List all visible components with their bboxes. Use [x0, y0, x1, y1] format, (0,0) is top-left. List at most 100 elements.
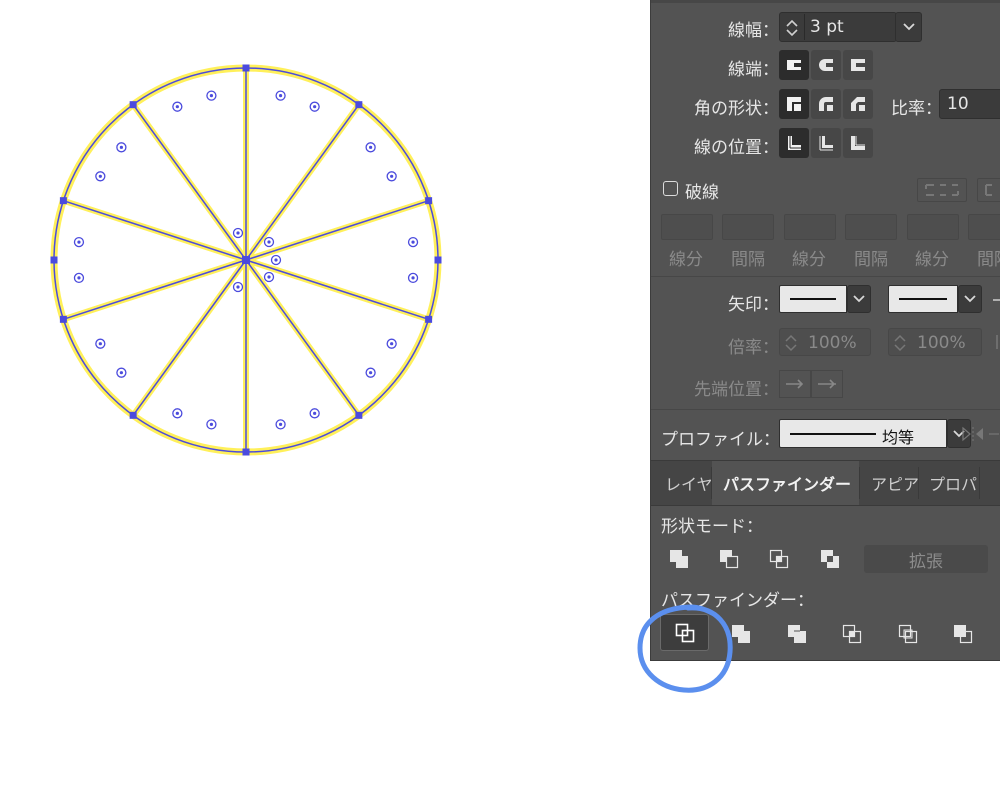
- dash-2-field[interactable]: [784, 214, 836, 240]
- divided-circle-artwork[interactable]: [0, 0, 650, 787]
- exclude-icon: [821, 550, 839, 568]
- anchor-point: [129, 101, 137, 109]
- tab-layers[interactable]: レイヤ: [651, 461, 711, 505]
- line-preview: [899, 298, 947, 300]
- path-center-dot: [236, 285, 240, 289]
- trim-button[interactable]: [726, 619, 756, 649]
- unite-icon: [670, 550, 688, 568]
- stroke-weight-dropdown[interactable]: [895, 12, 922, 42]
- gap-1-label: 間隔: [731, 250, 765, 270]
- section-divider: [651, 276, 1000, 277]
- dashed-line-checkbox[interactable]: [663, 181, 678, 196]
- end-arrowhead-select[interactable]: [888, 285, 958, 313]
- tab-appearance[interactable]: アピア: [860, 461, 918, 505]
- line-preview: [790, 298, 836, 300]
- profile-value: 均等: [882, 428, 915, 447]
- miter-join-button[interactable]: [779, 89, 809, 119]
- align-dash-button[interactable]: [977, 178, 1000, 202]
- preserve-dash-button[interactable]: [917, 178, 967, 202]
- minus-back-button[interactable]: [948, 619, 978, 649]
- path-center-dot: [267, 275, 271, 279]
- divide-button[interactable]: [660, 614, 709, 651]
- exclude-button[interactable]: [815, 544, 845, 574]
- anchor-point: [425, 315, 433, 323]
- anchor-point: [355, 101, 363, 109]
- path-center-dot: [369, 371, 373, 375]
- bevel-join-button[interactable]: [843, 89, 873, 119]
- outline-button[interactable]: [893, 619, 923, 649]
- swap-arrowheads-icon[interactable]: [991, 290, 1000, 310]
- minus-front-button[interactable]: [714, 544, 744, 574]
- start-arrowhead-dropdown[interactable]: [847, 285, 871, 313]
- gap-2-label: 間隔: [854, 250, 888, 270]
- projecting-cap-button[interactable]: [843, 50, 873, 80]
- start-scale-field[interactable]: 100%: [779, 328, 871, 356]
- align-outside-button[interactable]: [843, 128, 873, 158]
- butt-cap-button[interactable]: [779, 50, 809, 80]
- unite-button[interactable]: [664, 544, 694, 574]
- link-scale-icon[interactable]: [993, 333, 1000, 353]
- updown-arrows-icon[interactable]: [783, 16, 801, 40]
- trim-icon: [732, 625, 750, 643]
- align-center-icon: [788, 136, 801, 150]
- stroke-weight-value[interactable]: 3 pt: [810, 17, 844, 37]
- merge-button[interactable]: [782, 619, 812, 649]
- expand-button[interactable]: 拡張: [864, 545, 988, 573]
- width-profile-select[interactable]: 均等: [779, 419, 947, 448]
- crop-button[interactable]: [837, 619, 867, 649]
- bevel-join-icon: [851, 97, 865, 111]
- anchor-point: [425, 197, 433, 205]
- stepper-divider: [804, 14, 805, 40]
- stroke-weight-label: 線幅：: [728, 21, 779, 41]
- spoke-path: [245, 104, 360, 261]
- start-arrowhead-select[interactable]: [779, 285, 847, 313]
- arrow-scale-label: 倍率：: [728, 338, 779, 358]
- flip-across-icon[interactable]: [989, 424, 1000, 444]
- align-center-button[interactable]: [779, 128, 809, 158]
- corner-label: 角の形状：: [694, 99, 779, 119]
- miter-limit-value[interactable]: 10: [947, 94, 969, 114]
- merge-icon: [788, 625, 806, 643]
- tab-pathfinder[interactable]: パスファインダー: [712, 461, 859, 505]
- path-center-dot: [175, 105, 179, 109]
- dash-3-field[interactable]: [907, 214, 959, 240]
- spoke-path: [63, 259, 247, 321]
- arrowhead-label: 矢印：: [728, 295, 779, 315]
- intersect-button[interactable]: [764, 544, 794, 574]
- anchor-point: [242, 64, 250, 72]
- projecting-cap-icon: [851, 59, 865, 71]
- end-arrowhead-dropdown[interactable]: [958, 285, 982, 313]
- tab-properties[interactable]: プロパ: [919, 461, 979, 505]
- gap-3-field[interactable]: [968, 214, 1000, 240]
- path-center-dot: [98, 174, 102, 178]
- dash-corner-icon: [925, 184, 959, 196]
- miter-limit-label: 比率：: [891, 99, 942, 119]
- path-center-dot: [411, 276, 415, 280]
- updown-arrows-icon: [894, 334, 906, 352]
- path-center-dot: [369, 145, 373, 149]
- miter-limit-field[interactable]: 10: [939, 89, 1000, 119]
- round-cap-button[interactable]: [811, 50, 841, 80]
- minus-front-icon: [720, 550, 739, 569]
- path-center-dot: [236, 231, 240, 235]
- gap-2-field[interactable]: [845, 214, 897, 240]
- dash-2-label: 線分: [792, 250, 826, 270]
- stroke-weight-field[interactable]: 3 pt: [779, 12, 897, 42]
- artboard-canvas[interactable]: [0, 0, 650, 787]
- gap-1-field[interactable]: [722, 214, 774, 240]
- round-join-button[interactable]: [811, 89, 841, 119]
- dash-1-field[interactable]: [661, 214, 713, 240]
- end-scale-value: 100%: [917, 333, 966, 353]
- tab-separator: [979, 467, 980, 499]
- panel-top-border: [651, 0, 1000, 3]
- tip-beyond-button[interactable]: [779, 370, 811, 398]
- chevron-down-icon: [964, 295, 976, 303]
- path-center-dot: [390, 174, 394, 178]
- path-center-dot: [278, 422, 283, 427]
- align-inside-button[interactable]: [811, 128, 841, 158]
- end-scale-field[interactable]: 100%: [888, 328, 982, 356]
- path-center-dot: [119, 145, 123, 149]
- crop-icon: [842, 624, 862, 644]
- flip-along-icon[interactable]: [961, 424, 985, 444]
- tip-at-end-button[interactable]: [811, 370, 843, 398]
